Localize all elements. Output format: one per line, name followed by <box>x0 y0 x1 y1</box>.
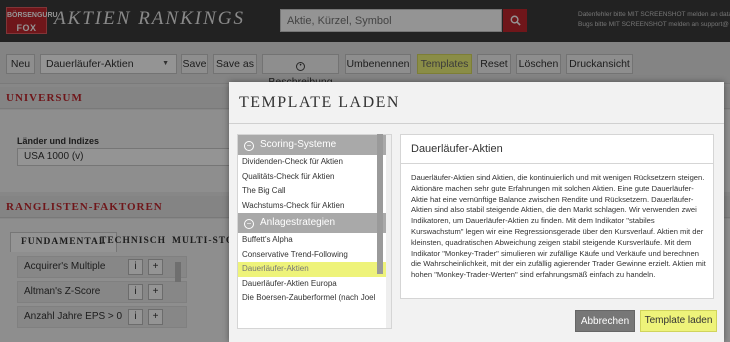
group-header-strategies[interactable]: − Anlagestrategien <box>238 213 391 233</box>
dialog-title: TEMPLATE LADEN <box>239 94 400 111</box>
list-item[interactable]: Dividenden-Check für Aktien <box>238 155 391 170</box>
collapse-icon: − <box>244 219 254 229</box>
template-list: − Scoring-Systeme Dividenden-Check für Ak… <box>237 134 392 329</box>
list-item[interactable]: Wachstums-Check für Aktien <box>238 199 391 214</box>
description-divider <box>401 163 713 164</box>
dialog-divider <box>229 123 724 124</box>
group-header-scoring[interactable]: − Scoring-Systeme <box>238 135 391 155</box>
group-label: Scoring-Systeme <box>260 139 337 150</box>
template-load-dialog: TEMPLATE LADEN − Scoring-Systeme Dividend… <box>229 82 724 342</box>
list-item[interactable]: The Big Call <box>238 184 391 199</box>
list-item[interactable]: Qualitäts-Check für Aktien <box>238 170 391 185</box>
list-item[interactable]: Buffett's Alpha <box>238 233 391 248</box>
description-text: Dauerläufer-Aktien sind Aktien, die kont… <box>411 173 706 280</box>
list-item-selected[interactable]: Dauerläufer-Aktien <box>238 262 391 277</box>
list-item[interactable]: Conservative Trend-Following <box>238 248 391 263</box>
list-item[interactable]: Dauerläufer-Aktien Europa <box>238 277 391 292</box>
template-list-scroll-thumb[interactable] <box>377 134 383 274</box>
collapse-icon: − <box>244 141 254 151</box>
list-item[interactable]: Die Boersen-Zauberformel (nach Joel <box>238 291 391 306</box>
group-label: Anlagestrategien <box>260 217 336 228</box>
description-title: Dauerläufer-Aktien <box>411 143 503 155</box>
load-template-button[interactable]: Template laden <box>640 310 717 332</box>
cancel-button[interactable]: Abbrechen <box>575 310 635 332</box>
template-list-scroll-track[interactable] <box>386 135 391 328</box>
template-description-panel: Dauerläufer-Aktien Dauerläufer-Aktien si… <box>400 134 714 299</box>
